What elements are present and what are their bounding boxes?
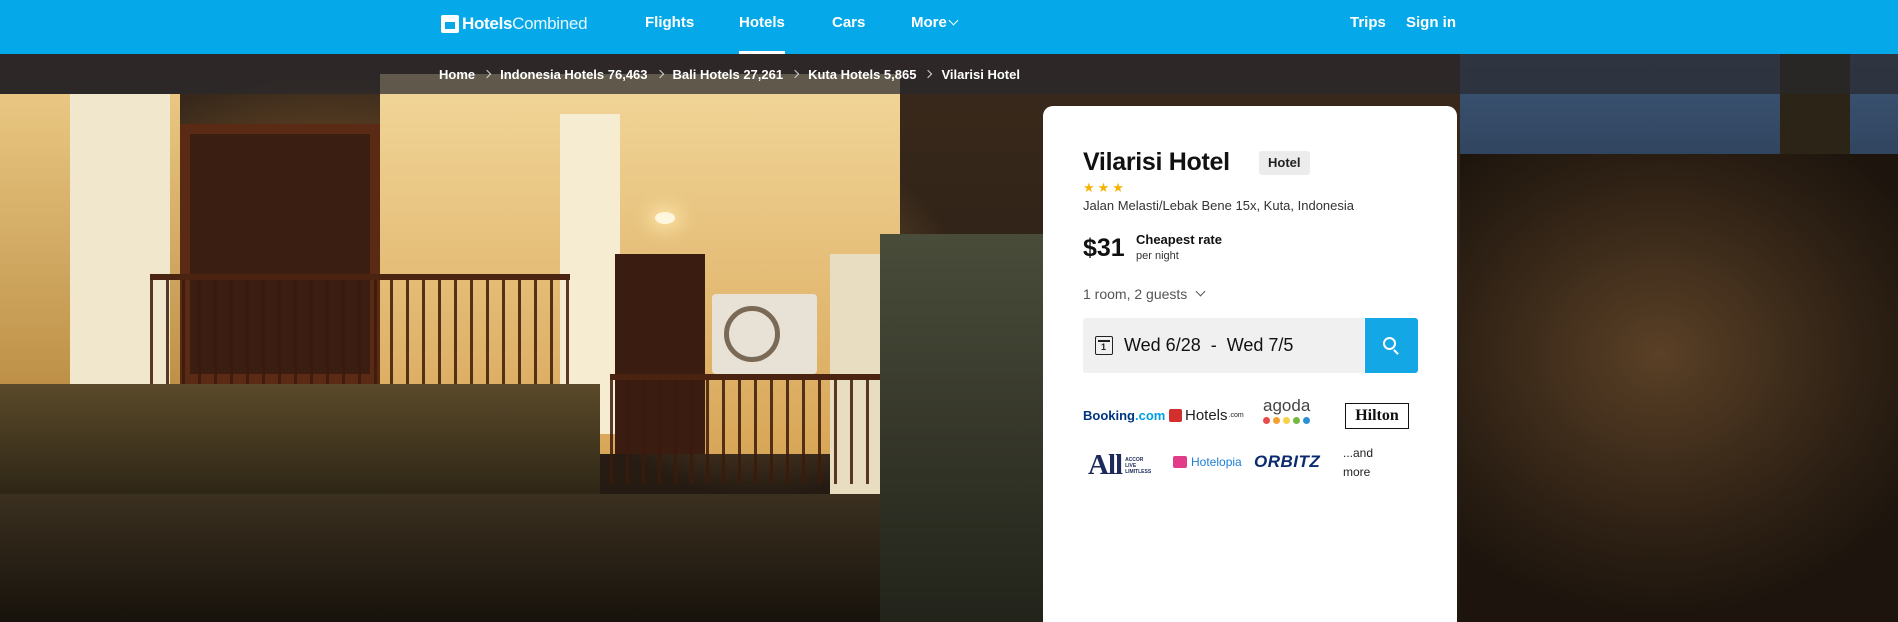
nav-hotels[interactable]: Hotels	[739, 0, 785, 54]
stone-wall	[880, 234, 1060, 622]
logo-text-bold: Hotels	[462, 14, 513, 33]
booking-com-logo: Booking.com	[1083, 408, 1165, 423]
nav-flights[interactable]: Flights	[645, 0, 694, 54]
hotelscombined-logo[interactable]: Hotels Combined	[441, 14, 588, 34]
all-logo-text: All	[1088, 449, 1123, 481]
calendar-icon: 1	[1095, 336, 1113, 355]
booking-card: Vilarisi Hotel Hotel ★★★ Jalan Melasti/L…	[1043, 106, 1457, 622]
breadcrumb-home[interactable]: Home	[439, 67, 475, 82]
booking-logo-text: Booking	[1083, 408, 1135, 423]
date-range-text: Wed 6/28 - Wed 7/5	[1124, 335, 1294, 355]
chevron-down-icon	[948, 15, 959, 26]
guests-label: 1 room, 2 guests	[1083, 286, 1188, 302]
breadcrumb-current: Vilarisi Hotel	[941, 66, 1020, 82]
nav-trips[interactable]: Trips	[1350, 0, 1386, 54]
breadcrumb-kuta[interactable]: Kuta Hotels 5,865	[808, 67, 916, 82]
hotelopia-logo: Hotelopia	[1173, 455, 1242, 469]
orbitz-logo: ORBITZ	[1254, 452, 1321, 471]
agoda-dot	[1283, 417, 1291, 424]
balcony-ledge	[0, 494, 900, 622]
agoda-logo-text: agoda	[1263, 396, 1311, 415]
guests-selector[interactable]: 1 room, 2 guests	[1083, 286, 1206, 302]
search-icon	[1383, 337, 1396, 350]
cheapest-price: $31	[1083, 234, 1125, 262]
agoda-dot	[1263, 417, 1271, 424]
logo-icon	[441, 15, 459, 33]
chevron-right-icon	[655, 69, 664, 79]
nav-more[interactable]: More	[911, 0, 959, 54]
agoda-dot	[1273, 417, 1281, 424]
nav-more-label: More	[911, 14, 947, 31]
hotel-name: Vilarisi Hotel	[1083, 148, 1230, 176]
top-navigation-bar: Hotels Combined Flights Hotels Cars More …	[0, 0, 1898, 54]
hotels-logo-suffix: .com	[1228, 412, 1244, 419]
hilton-logo: Hilton	[1345, 403, 1409, 429]
chevron-right-icon	[482, 69, 492, 79]
breadcrumb-bali[interactable]: Bali Hotels 27,261	[673, 67, 784, 82]
price-label: Cheapest rate	[1136, 232, 1222, 247]
more-partners-text: ...and more	[1343, 446, 1374, 479]
hotels-com-logo: Hotels .com	[1169, 407, 1244, 424]
balcony-railing	[150, 274, 570, 394]
booking-logo-suffix: .com	[1135, 408, 1166, 423]
star-rating: ★★★	[1083, 180, 1127, 195]
stone-wall	[1460, 154, 1898, 622]
hotels-com-icon	[1169, 409, 1182, 422]
hotel-address: Jalan Melasti/Lebak Bene 15x, Kuta, Indo…	[1083, 198, 1355, 213]
hotels-logo-text: Hotels	[1185, 407, 1228, 424]
property-type-badge: Hotel	[1259, 151, 1310, 175]
hotelopia-logo-text: Hotelopia	[1191, 455, 1242, 469]
accor-all-logo: All ACCOR LIVE LIMITLESS	[1088, 449, 1153, 482]
hotel-hero-image	[0, 54, 1898, 622]
logo-text-rest: Combined	[512, 14, 588, 33]
chevron-down-icon	[1195, 286, 1206, 296]
accor-tagline: ACCOR LIVE LIMITLESS	[1125, 456, 1152, 475]
date-range-picker[interactable]: 1 Wed 6/28 - Wed 7/5	[1083, 318, 1364, 373]
air-conditioner	[712, 294, 817, 374]
agoda-dot	[1303, 417, 1311, 424]
breadcrumb: Home Indonesia Hotels 76,463 Bali Hotels…	[0, 54, 1898, 94]
calendar-icon-day: 1	[1101, 342, 1107, 352]
agoda-logo: agoda	[1263, 396, 1310, 424]
price-per-night: per night	[1136, 250, 1179, 262]
balcony-ledge	[0, 384, 600, 494]
agoda-dot	[1293, 417, 1301, 424]
balcony-railing	[610, 374, 910, 484]
chevron-right-icon	[790, 69, 800, 79]
nav-cars[interactable]: Cars	[832, 0, 865, 54]
ceiling-lamp	[655, 212, 675, 224]
sign-in-link[interactable]: Sign in	[1406, 0, 1456, 54]
breadcrumb-indonesia[interactable]: Indonesia Hotels 76,463	[500, 67, 647, 82]
agoda-dots	[1263, 417, 1311, 424]
search-button[interactable]	[1365, 318, 1418, 373]
chevron-right-icon	[924, 69, 933, 79]
hotelopia-icon	[1173, 456, 1187, 468]
